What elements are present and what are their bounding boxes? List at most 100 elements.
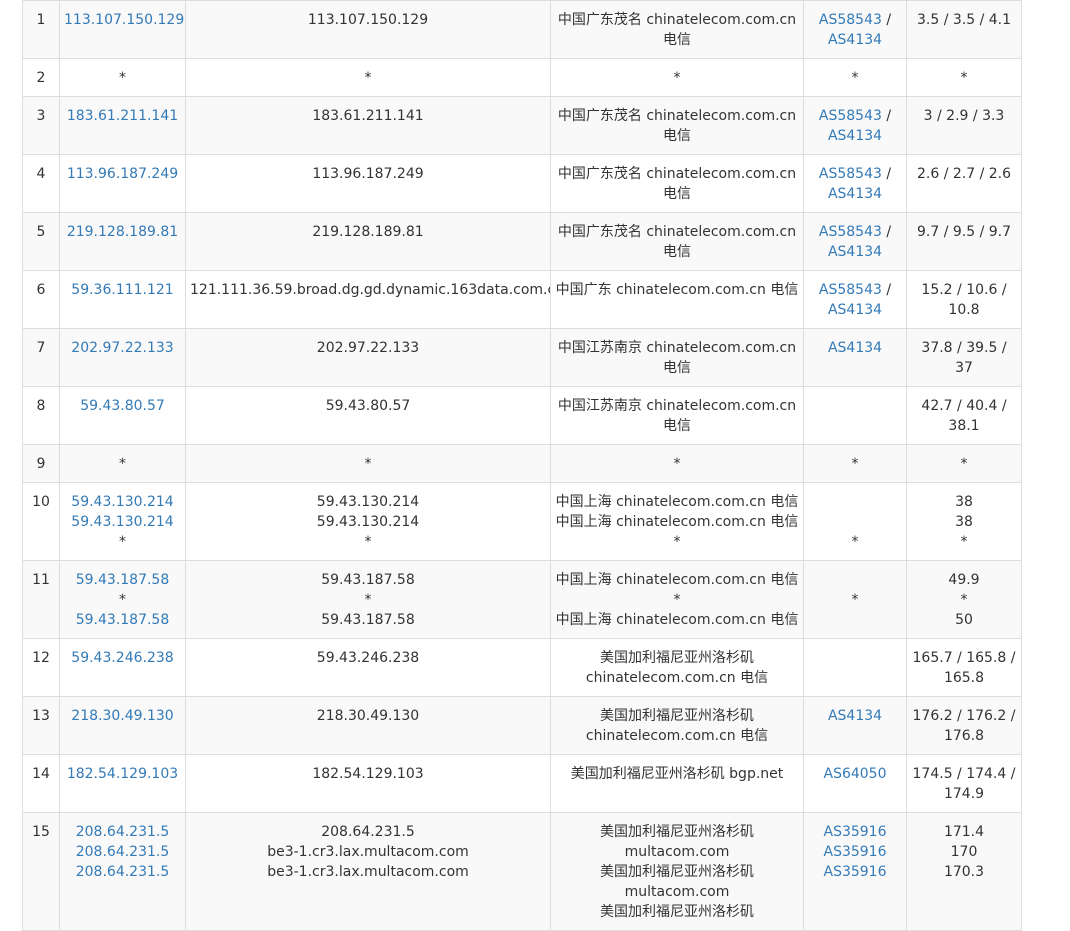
hop-number: 13 <box>32 708 50 724</box>
asn-link[interactable]: AS35916 <box>808 822 902 842</box>
hop-hostname-cell: 202.97.22.133 <box>185 328 551 387</box>
asn-link[interactable]: AS58543 <box>819 12 882 28</box>
hop-latency: 176.8 <box>943 728 985 744</box>
hop-asn-line: AS58543 / <box>808 164 902 184</box>
hop-hostname: * <box>364 534 372 550</box>
hop-ip-cell: 113.107.150.129 <box>59 0 186 59</box>
hop-hostname: 59.43.187.58 <box>321 612 415 628</box>
asn-link[interactable]: AS4134 <box>808 338 902 358</box>
asn-link[interactable]: AS35916 <box>808 862 902 882</box>
hop-ip-link[interactable]: 59.43.130.214 <box>64 512 181 532</box>
hop-ip-cell: 218.30.49.130 <box>59 696 186 755</box>
hop-number: 5 <box>36 224 46 240</box>
hop-row: 10 59.43.130.214 59.43.130.214 * 59.43.130.2… <box>22 482 1022 561</box>
hop-number-cell: 13 <box>22 696 60 755</box>
hop-hostname: 121.111.36.59.broad.dg.gd.dynamic.163dat… <box>190 282 551 298</box>
asn-separator: / <box>881 12 892 28</box>
hop-ip-link[interactable]: 59.43.246.238 <box>64 648 181 668</box>
hop-location: 电信 <box>663 186 691 202</box>
hop-latency-cell: 9.7 / 9.5 / 9.7 <box>906 212 1022 271</box>
hop-number-cell: 7 <box>22 328 60 387</box>
hop-ip-link[interactable]: 208.64.231.5 <box>64 842 181 862</box>
hop-latency: 50 <box>955 612 973 628</box>
hop-row: 5 219.128.189.81 219.128.189.81 中国广东茂名 chin… <box>22 212 1022 271</box>
hop-latency-cell: 15.2 / 10.6 / 10.8 <box>906 270 1022 329</box>
hop-hostname: * <box>364 456 372 472</box>
hop-ip-link[interactable]: 202.97.22.133 <box>64 338 181 358</box>
hop-hostname: 113.96.187.249 <box>312 166 424 182</box>
hop-number-cell: 1 <box>22 0 60 59</box>
hop-asn-cell: AS58543 / AS4134 <box>803 96 907 155</box>
hop-location-cell: 中国上海 chinatelecom.com.cn 电信 * 中国上海 chinate… <box>550 560 804 639</box>
hop-ip-cell: 208.64.231.5 208.64.231.5 208.64.231.5 <box>59 812 186 931</box>
hop-ip-link[interactable]: 218.30.49.130 <box>64 706 181 726</box>
hop-ip-link[interactable]: 59.43.187.58 <box>64 570 181 590</box>
asn-link[interactable]: AS58543 <box>819 108 882 124</box>
hop-latency: 3.5 / 3.5 / 4.1 <box>916 12 1012 28</box>
hop-latency: 15.2 / 10.6 / <box>921 282 1007 298</box>
hop-location-cell: 美国加利福尼亚州洛杉矶 bgp.net <box>550 754 804 813</box>
hop-number-cell: 4 <box>22 154 60 213</box>
hop-latency-cell: 49.9 * 50 <box>906 560 1022 639</box>
asn-link[interactable]: AS4134 <box>808 126 902 146</box>
hop-ip-link[interactable]: 113.96.187.249 <box>64 164 181 184</box>
hop-number-cell: 12 <box>22 638 60 697</box>
hop-latency: 49.9 <box>948 572 980 588</box>
hop-latency: 171.4 <box>943 824 985 840</box>
asn-link[interactable]: AS58543 <box>819 224 882 240</box>
hop-hostname: be3-1.cr3.lax.multacom.com <box>267 844 469 860</box>
hop-number: 8 <box>36 398 46 414</box>
hop-asn-cell: AS58543 / AS4134 <box>803 154 907 213</box>
hop-row: 9 * * * * * <box>22 444 1022 483</box>
asn-link[interactable]: AS4134 <box>808 242 902 262</box>
hop-ip-link[interactable]: 182.54.129.103 <box>64 764 181 784</box>
asn-missing <box>808 610 902 630</box>
hop-latency-cell: 174.5 / 174.4 / 174.9 <box>906 754 1022 813</box>
traceroute-body: 1 113.107.150.129 113.107.150.129 中国广东茂名 ch… <box>22 0 1022 931</box>
hop-number: 3 <box>36 108 46 124</box>
hop-asn-line: AS58543 / <box>808 106 902 126</box>
asn-link[interactable]: AS4134 <box>808 706 902 726</box>
hop-ip-cell: 219.128.189.81 <box>59 212 186 271</box>
asn-link[interactable]: AS64050 <box>808 764 902 784</box>
hop-latency-cell: * <box>906 58 1022 97</box>
hop-ip-link[interactable]: 59.43.130.214 <box>64 492 181 512</box>
hop-location: 美国加利福尼亚州洛杉矶 <box>600 864 754 880</box>
hop-location: 中国广东茂名 chinatelecom.com.cn <box>557 12 797 28</box>
hop-number-cell: 3 <box>22 96 60 155</box>
asn-link[interactable]: AS58543 <box>819 282 882 298</box>
asn-link[interactable]: AS35916 <box>808 842 902 862</box>
hop-asn-cell: AS35916 AS35916 AS35916 <box>803 812 907 931</box>
hop-number: 7 <box>36 340 46 356</box>
hop-row: 6 59.36.111.121 121.111.36.59.broad.dg.gd.… <box>22 270 1022 329</box>
hop-latency: 37.8 / 39.5 / <box>921 340 1007 356</box>
asn-link[interactable]: AS58543 <box>819 166 882 182</box>
asn-link[interactable]: AS4134 <box>808 184 902 204</box>
hop-latency-cell: * <box>906 444 1022 483</box>
hop-ip-link[interactable]: 208.64.231.5 <box>64 862 181 882</box>
hop-latency: 2.6 / 2.7 / 2.6 <box>916 166 1012 182</box>
hop-ip-link[interactable]: 59.43.80.57 <box>64 396 181 416</box>
hop-ip-link[interactable]: 113.107.150.129 <box>64 10 184 30</box>
hop-number-cell: 14 <box>22 754 60 813</box>
hop-ip-cell: 59.43.80.57 <box>59 386 186 445</box>
hop-number-cell: 10 <box>22 482 60 561</box>
hop-hostname-cell: 208.64.231.5 be3-1.cr3.lax.multacom.com be… <box>185 812 551 931</box>
hop-ip-link[interactable]: 59.43.187.58 <box>64 610 181 630</box>
hop-latency: 3 / 2.9 / 3.3 <box>923 108 1005 124</box>
hop-location: chinatelecom.com.cn 电信 <box>585 728 769 744</box>
hop-ip-link[interactable]: 208.64.231.5 <box>64 822 181 842</box>
hop-asn-cell: AS58543 / AS4134 <box>803 270 907 329</box>
hop-latency: 42.7 / 40.4 / <box>921 398 1007 414</box>
hop-hostname-cell: 59.43.80.57 <box>185 386 551 445</box>
asn-link[interactable]: AS4134 <box>808 300 902 320</box>
hop-ip-link[interactable]: 219.128.189.81 <box>64 222 181 242</box>
hop-location: 中国广东茂名 chinatelecom.com.cn <box>557 166 797 182</box>
hop-latency-cell: 165.7 / 165.8 / 165.8 <box>906 638 1022 697</box>
hop-hostname-cell: 59.43.130.214 59.43.130.214 * <box>185 482 551 561</box>
hop-ip-cell: 182.54.129.103 <box>59 754 186 813</box>
hop-ip-link[interactable]: 59.36.111.121 <box>64 280 181 300</box>
asn-link[interactable]: AS4134 <box>808 30 902 50</box>
hop-location: 中国上海 chinatelecom.com.cn 电信 <box>555 612 799 628</box>
hop-ip-link[interactable]: 183.61.211.141 <box>64 106 181 126</box>
